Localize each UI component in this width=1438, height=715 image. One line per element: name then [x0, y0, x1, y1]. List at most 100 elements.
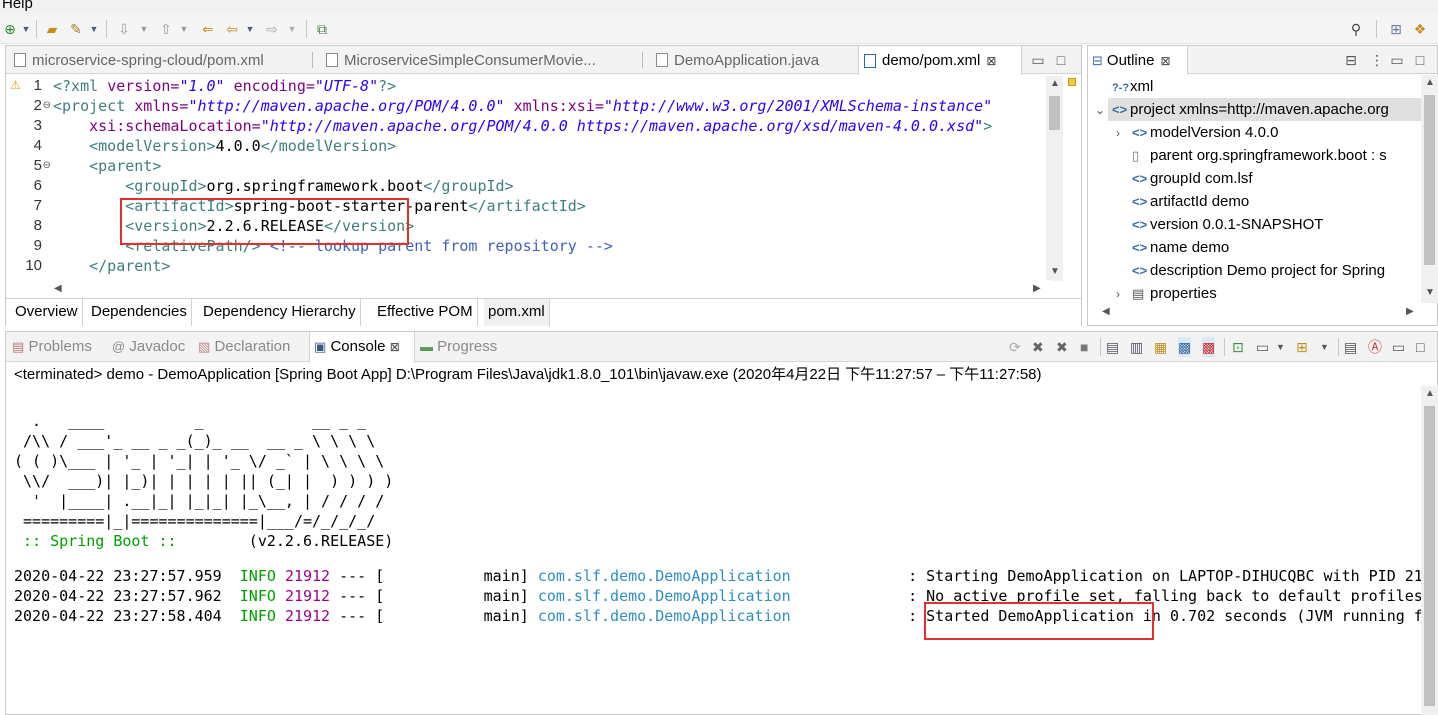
show-on-stdout-icon[interactable]: ▩ — [1178, 337, 1192, 357]
back-icon[interactable]: ⇦ — [222, 19, 242, 39]
code-line: <groupId>org.springframework.boot</group… — [125, 177, 514, 195]
editor-vertical-scrollbar[interactable]: ▲ ▼ — [1046, 76, 1063, 281]
minimize-icon[interactable]: ▭ — [1031, 50, 1045, 70]
dropdown-arrow-icon[interactable]: ▼ — [20, 19, 32, 39]
code-area[interactable]: <?xml version="1.0" encoding="UTF-8"?> <… — [53, 76, 1045, 281]
close-icon[interactable]: ⊠ — [986, 54, 996, 68]
scroll-thumb[interactable] — [1424, 406, 1435, 706]
fold-icon[interactable]: ⊖ — [43, 156, 51, 176]
outline-item-version[interactable]: <> version 0.0.1-SNAPSHOT — [1132, 213, 1323, 236]
dropdown-arrow-icon[interactable]: ▼ — [178, 19, 190, 39]
scroll-lock-icon[interactable]: ▥ — [1130, 337, 1143, 357]
outline-item-groupid[interactable]: <> groupId com.lsf — [1132, 167, 1253, 190]
pom-editor-page-tabs: Overview Dependencies Dependency Hierarc… — [6, 298, 1081, 326]
outline-item-xml[interactable]: ?-?xml — [1112, 75, 1153, 98]
outline-item-artifactid[interactable]: <> artifactId demo — [1132, 190, 1249, 213]
scroll-left-icon[interactable]: ◀ — [54, 283, 62, 294]
next-annotation-icon[interactable]: ⇩ — [114, 19, 134, 39]
dropdown-arrow-icon[interactable]: ▼ — [1320, 337, 1329, 357]
scroll-up-icon[interactable]: ▲ — [1425, 388, 1435, 399]
overview-ruler-warning[interactable] — [1068, 78, 1076, 86]
outline-item-parent[interactable]: ▯ parent org.springframework.boot : s — [1132, 144, 1387, 167]
dropdown-arrow-icon[interactable]: ▼ — [88, 19, 100, 39]
minimize-icon[interactable]: ▭ — [1390, 50, 1404, 70]
scroll-up-icon[interactable]: ▲ — [1050, 78, 1060, 89]
close-icon[interactable]: ⊠ — [1160, 54, 1170, 68]
scroll-thumb[interactable] — [1424, 95, 1435, 265]
outline-item-name[interactable]: <> name demo — [1132, 236, 1229, 259]
dropdown-arrow-icon[interactable]: ▼ — [244, 19, 256, 39]
new-icon[interactable]: ⊕ — [2, 19, 18, 39]
spring-icon[interactable]: Ⓐ — [1368, 337, 1382, 357]
outline-horizontal-scrollbar[interactable]: ◀ ▶ — [1088, 303, 1421, 321]
tab-overview[interactable]: Overview — [11, 299, 83, 326]
collapse-arrow-icon[interactable]: ⌄ — [1095, 103, 1105, 117]
scroll-right-icon[interactable]: ▶ — [1406, 306, 1414, 317]
dropdown-arrow-icon[interactable]: ▼ — [286, 19, 298, 39]
maximize-icon[interactable]: □ — [1416, 337, 1424, 357]
code-line: xsi:schemaLocation="http://maven.apache.… — [89, 117, 993, 135]
perspective-icon[interactable]: ⊞ — [1386, 19, 1406, 39]
show-on-stderr-icon[interactable]: ▩ — [1202, 337, 1216, 357]
remove-all-terminated-icon[interactable]: ✖ — [1056, 337, 1068, 357]
tab-problems[interactable]: ▤ Problems — [12, 332, 92, 362]
scroll-left-icon[interactable]: ◀ — [1102, 306, 1110, 317]
open-folder-icon[interactable]: ▰ — [42, 19, 62, 39]
console-vertical-scrollbar[interactable]: ▲ — [1421, 386, 1438, 715]
scroll-right-icon[interactable]: ▶ — [1033, 283, 1041, 294]
scroll-thumb[interactable] — [1049, 96, 1060, 130]
menu-help[interactable]: Help — [2, 0, 33, 13]
outline-item-modelversion[interactable]: <> modelVersion 4.0.0 — [1132, 121, 1278, 144]
outline-item-properties[interactable]: ▤ properties — [1132, 282, 1217, 305]
tab-outline[interactable]: ⊟ Outline ⊠ — [1088, 46, 1188, 75]
outline-item-description[interactable]: <> description Demo project for Spring — [1132, 259, 1385, 282]
tab-dependency-hierarchy[interactable]: Dependency Hierarchy — [199, 299, 361, 326]
element-icon: <> — [1112, 102, 1128, 117]
tab-dependencies[interactable]: Dependencies — [87, 299, 192, 326]
editor-horizontal-scrollbar[interactable]: ◀ ▶ — [51, 280, 1051, 297]
open-console-icon[interactable]: ⊞ — [1296, 337, 1308, 357]
scroll-down-icon[interactable]: ▼ — [1050, 266, 1060, 277]
maximize-icon[interactable]: □ — [1054, 50, 1068, 70]
tab-declaration[interactable]: ▧ Declaration — [198, 332, 290, 362]
tab-progress[interactable]: ▬ Progress — [420, 332, 497, 362]
open-perspective-icon[interactable]: ⧉ — [312, 19, 332, 39]
tab-microservice-spring-cloud-pom[interactable]: microservice-spring-cloud/pom.xml — [6, 46, 306, 74]
collapse-all-icon[interactable]: ⊟ — [1344, 50, 1358, 70]
pin-console-icon[interactable]: ⊡ — [1232, 337, 1244, 357]
tab-demo-application-java[interactable]: DemoApplication.java — [648, 46, 848, 74]
tab-demo-pom[interactable]: demo/pom.xml ⊠ — [858, 46, 1022, 75]
clear-console-icon[interactable]: ▤ — [1106, 337, 1119, 357]
scroll-down-icon[interactable]: ▼ — [1425, 287, 1435, 298]
view-menu-icon[interactable]: ⋮ — [1370, 50, 1384, 70]
outline-vertical-scrollbar[interactable]: ▲ ▼ — [1421, 75, 1438, 303]
prev-annotation-icon[interactable]: ⇧ — [156, 19, 176, 39]
stop-icon[interactable]: ■ — [1080, 337, 1088, 357]
dropdown-arrow-icon[interactable]: ▼ — [1276, 337, 1285, 357]
word-wrap-icon[interactable]: ▦ — [1154, 337, 1167, 357]
expand-arrow-icon[interactable]: › — [1116, 287, 1120, 301]
scroll-up-icon[interactable]: ▲ — [1425, 77, 1435, 88]
maximize-icon[interactable]: □ — [1413, 50, 1427, 70]
terminate-icon[interactable]: ✖ — [1032, 337, 1044, 357]
fold-icon[interactable]: ⊖ — [43, 96, 51, 116]
tab-javadoc[interactable]: @ Javadoc — [112, 332, 185, 362]
tab-microservice-simple-consumer-movie[interactable]: MicroserviceSimpleConsumerMovie... — [318, 46, 638, 74]
run-config-icon[interactable]: ✎ — [66, 19, 86, 39]
link-icon[interactable]: ⟳ — [1009, 337, 1021, 357]
tab-console[interactable]: ▣ Console ⊠ — [309, 332, 415, 363]
copy-icon[interactable]: ▤ — [1344, 337, 1357, 357]
forward-icon[interactable]: ⇨ — [262, 19, 282, 39]
last-edit-icon[interactable]: ⇐ — [198, 19, 218, 39]
search-icon[interactable]: ⚲ — [1346, 19, 1366, 39]
dropdown-arrow-icon[interactable]: ▼ — [138, 19, 150, 39]
outline-item-project[interactable]: <> project xmlns=http://maven.apache.org — [1108, 98, 1423, 121]
display-console-icon[interactable]: ▭ — [1256, 337, 1269, 357]
expand-arrow-icon[interactable]: › — [1116, 126, 1120, 140]
tab-pom-xml[interactable]: pom.xml — [484, 299, 550, 326]
code-line: <parent> — [89, 157, 162, 175]
tab-effective-pom[interactable]: Effective POM — [373, 299, 478, 326]
close-icon[interactable]: ⊠ — [390, 340, 400, 354]
minimize-icon[interactable]: ▭ — [1392, 337, 1405, 357]
java-ee-perspective-icon[interactable]: ❖ — [1410, 19, 1430, 39]
